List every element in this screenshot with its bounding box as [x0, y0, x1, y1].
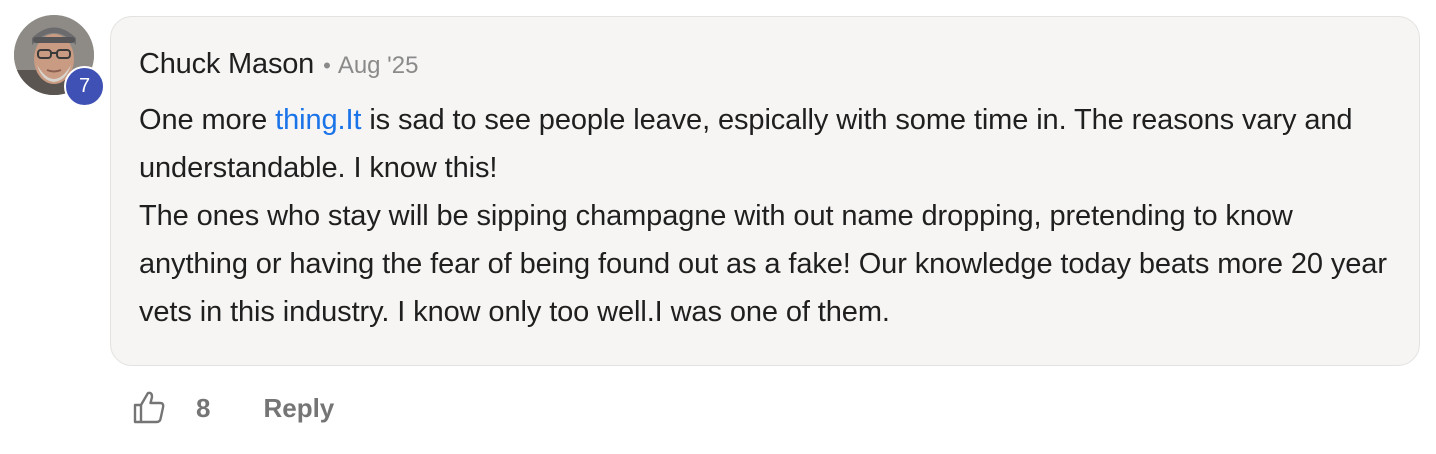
avatar-container[interactable]: 7 — [14, 15, 105, 107]
comment-actions: 8 Reply — [131, 388, 334, 428]
comment: 7 Chuck Mason • Aug '25 One more thing.I… — [0, 0, 1436, 454]
level-badge: 7 — [64, 66, 105, 107]
thumbs-up-icon[interactable] — [131, 390, 167, 426]
comment-paragraph-1: One more thing.It is sad to see people l… — [139, 96, 1391, 192]
comment-date: Aug '25 — [337, 52, 419, 79]
comment-meta: Chuck Mason • Aug '25 — [139, 48, 1391, 84]
comment-bubble: Chuck Mason • Aug '25 One more thing.It … — [110, 16, 1420, 366]
comment-paragraph-2: The ones who stay will be sipping champa… — [139, 200, 1387, 328]
comment-body: One more thing.It is sad to see people l… — [139, 96, 1391, 336]
reply-button[interactable]: Reply — [263, 393, 334, 424]
meta-separator: • — [323, 53, 331, 78]
like-count: 8 — [196, 392, 211, 423]
comment-link[interactable]: thing.It — [275, 104, 361, 136]
author-name[interactable]: Chuck Mason — [139, 48, 314, 81]
comment-text-before-link: One more — [139, 104, 276, 136]
